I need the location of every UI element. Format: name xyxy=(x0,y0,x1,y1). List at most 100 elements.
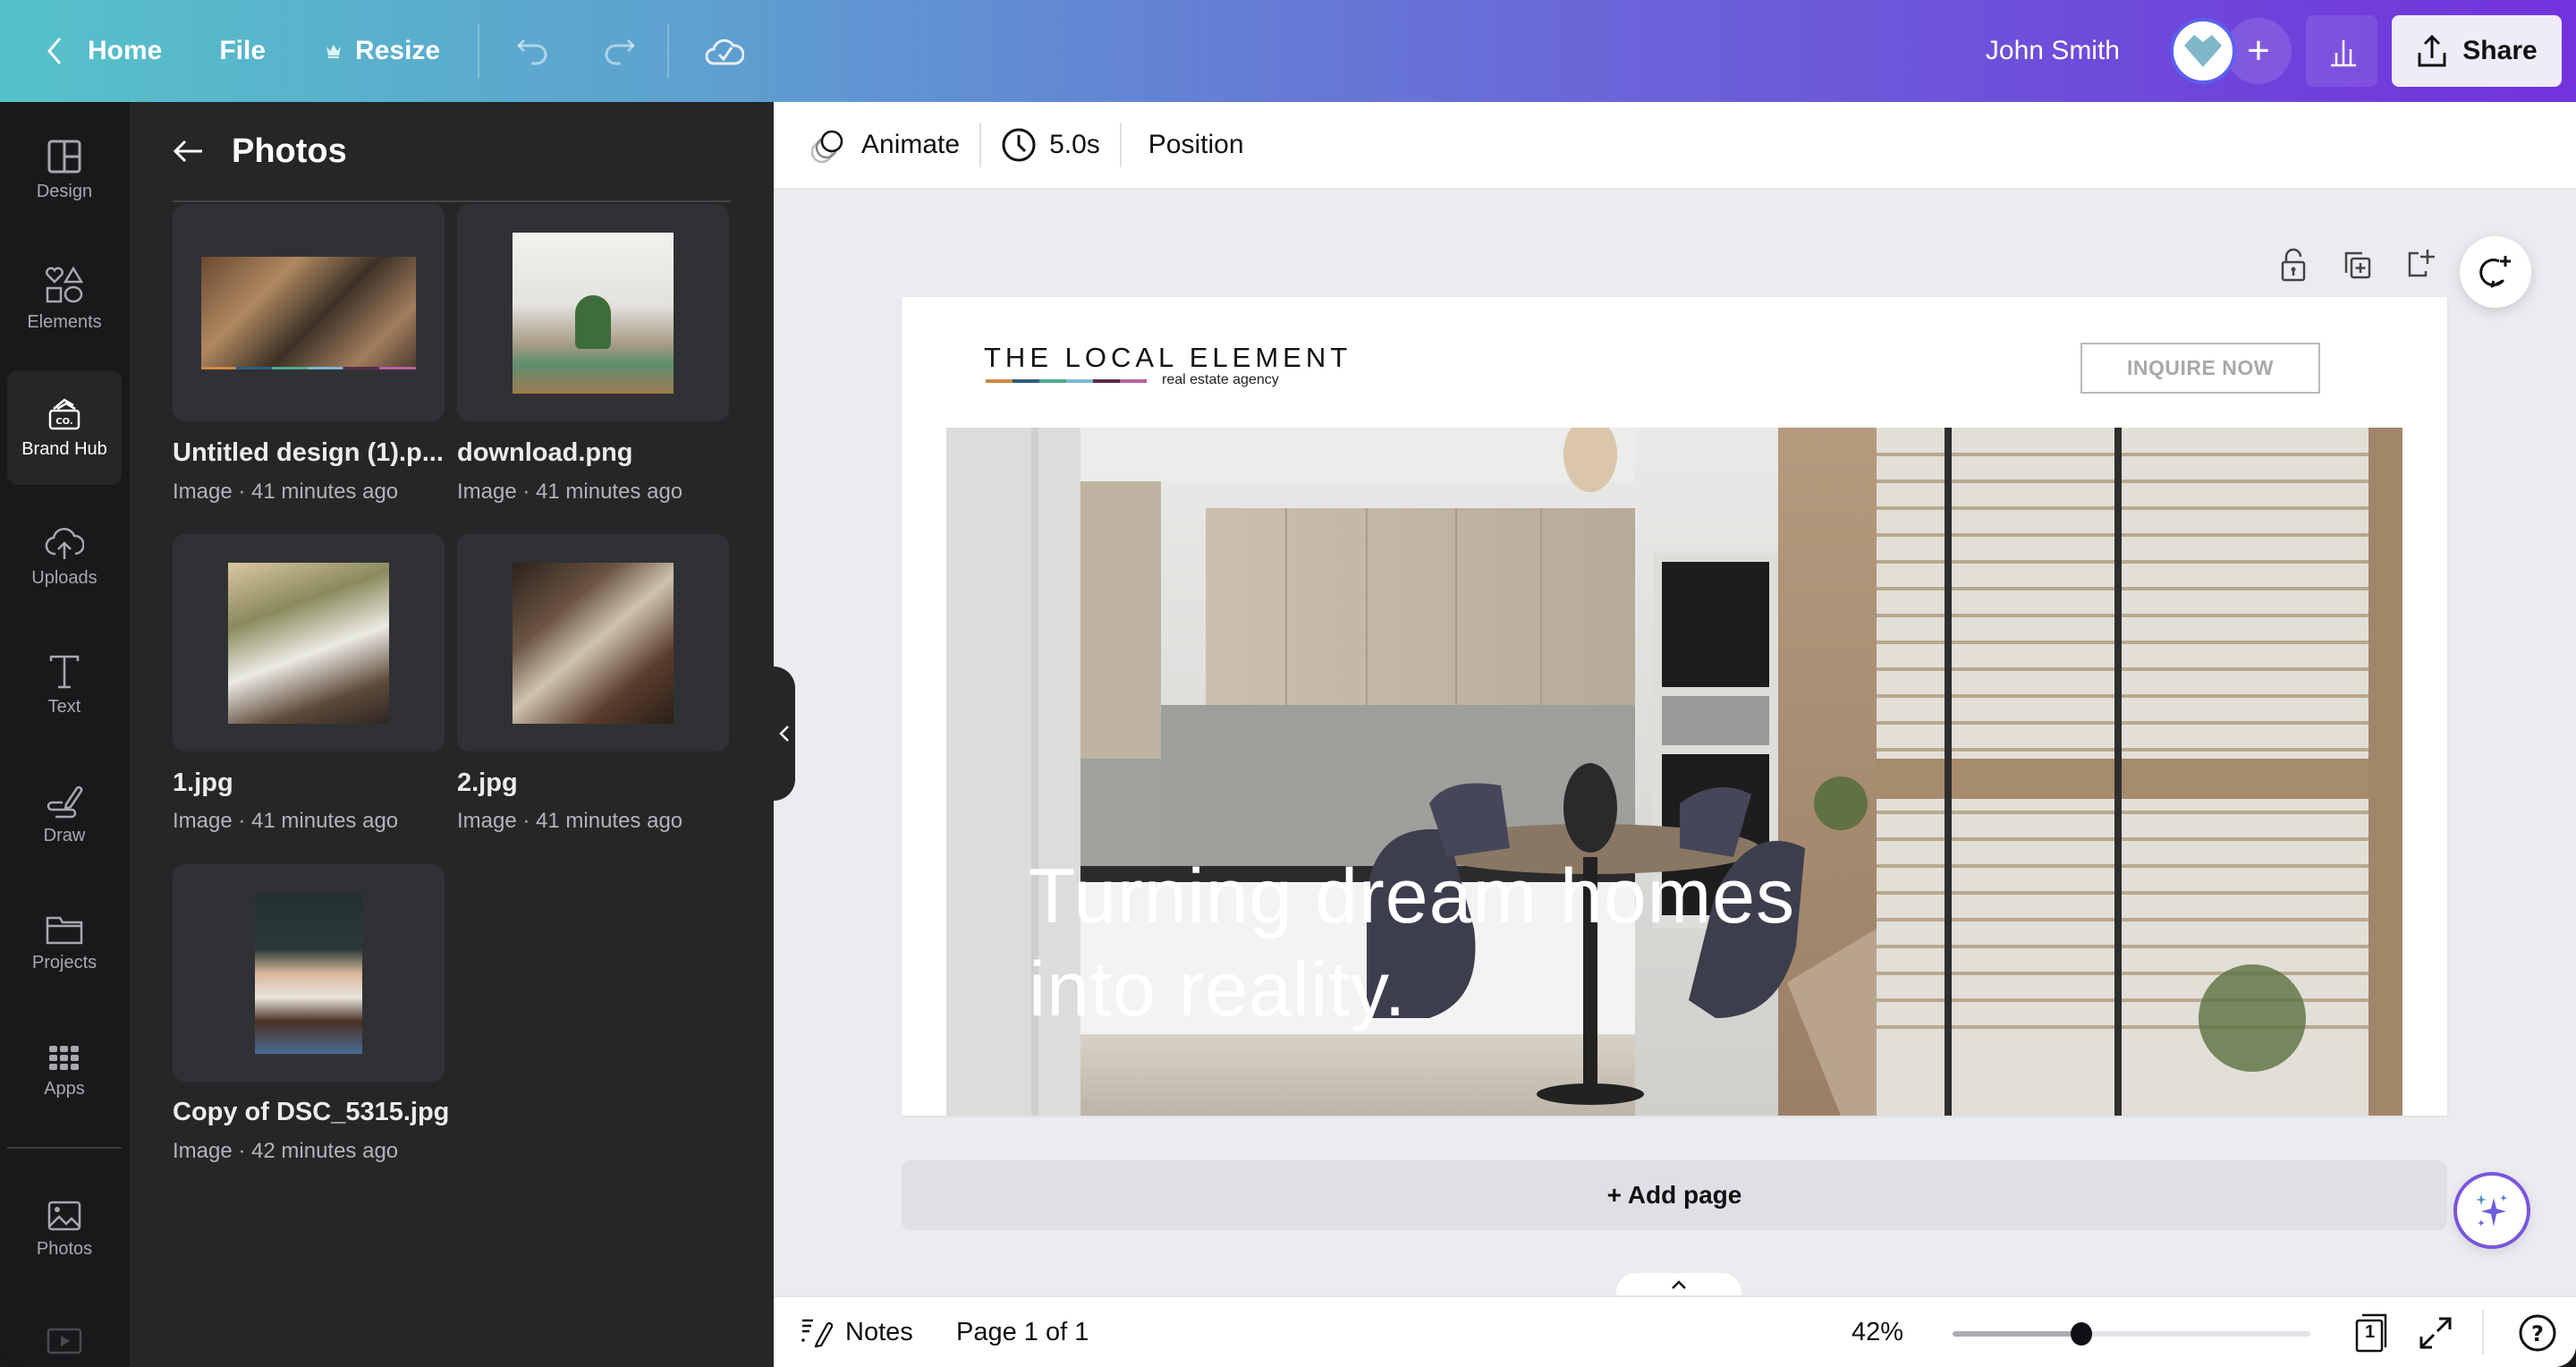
layout-icon xyxy=(47,140,81,173)
expand-notes-handle[interactable] xyxy=(1616,1273,1741,1295)
rail-label: Apps xyxy=(44,1078,85,1099)
photo-tile[interactable] xyxy=(173,204,445,421)
magic-assistant-button[interactable] xyxy=(2453,1172,2530,1249)
file-name: Untitled design (1).p... xyxy=(173,438,444,467)
design-page[interactable]: THE LOCAL ELEMENT real estate agency INQ… xyxy=(902,297,2447,1116)
footer-bar: Notes Page 1 of 1 42% 1 ? xyxy=(774,1295,2576,1367)
bar-chart-icon xyxy=(2331,40,2356,67)
rail-item-uploads[interactable]: Uploads xyxy=(7,499,122,614)
position-button[interactable]: Position xyxy=(1136,116,1257,174)
plus-icon: + xyxy=(2247,29,2270,72)
photo-thumbnail xyxy=(255,892,362,1054)
file-meta: Image · 41 minutes ago xyxy=(457,480,683,504)
animate-icon xyxy=(810,130,843,164)
rail-label: Text xyxy=(47,696,81,717)
user-name: John Smith xyxy=(1985,36,2120,65)
top-bar: Home File Resize John Smith + Share xyxy=(0,0,2576,102)
zoom-slider-fill xyxy=(1953,1331,2081,1337)
redo-button[interactable] xyxy=(581,19,657,83)
rail-label: Draw xyxy=(43,825,86,845)
undo-button[interactable] xyxy=(496,19,571,83)
resize-label: Resize xyxy=(355,36,441,65)
footer-divider xyxy=(2482,1310,2484,1354)
share-button[interactable]: Share xyxy=(2392,15,2562,87)
brand-color-swatch xyxy=(1039,379,1066,383)
image-icon xyxy=(47,1201,81,1230)
rail-item-apps[interactable]: Apps xyxy=(7,1015,122,1129)
file-menu-button[interactable]: File xyxy=(199,19,285,83)
hero-image[interactable]: Turning dream homes into reality. xyxy=(946,428,2402,1116)
photo-tile[interactable] xyxy=(173,864,445,1082)
photos-panel: Photos Untitled design (1).p... Image · … xyxy=(130,102,774,1367)
resize-button[interactable]: Resize xyxy=(305,19,460,83)
add-page-icon-button[interactable] xyxy=(2402,243,2441,283)
crown-icon xyxy=(326,45,342,58)
svg-text:CO.: CO. xyxy=(55,417,72,427)
collapse-panel-button[interactable] xyxy=(774,667,795,801)
folder-icon xyxy=(46,916,83,944)
animate-label: Animate xyxy=(861,130,961,159)
left-rail: Design Elements CO. Brand Hub Uploads Te… xyxy=(0,102,130,1367)
fullscreen-button[interactable] xyxy=(2418,1315,2453,1355)
lock-page-button[interactable] xyxy=(2274,245,2313,284)
undo-icon xyxy=(516,38,547,65)
photo-tile[interactable] xyxy=(457,204,729,421)
rail-divider xyxy=(7,1147,122,1149)
zoom-slider-thumb[interactable] xyxy=(2071,1322,2092,1346)
brand-name[interactable]: THE LOCAL ELEMENT xyxy=(984,342,1352,374)
position-label: Position xyxy=(1148,130,1244,159)
rail-item-brand-hub[interactable]: CO. Brand Hub xyxy=(7,370,122,485)
duration-label: 5.0s xyxy=(1049,130,1100,159)
photo-tile[interactable] xyxy=(457,534,729,751)
redo-icon xyxy=(605,38,636,65)
brand-tagline[interactable]: real estate agency xyxy=(1162,372,1279,388)
inquire-now-button[interactable]: INQUIRE NOW xyxy=(2080,343,2320,394)
brand-color-swatch xyxy=(986,379,1013,383)
brand-color-swatch xyxy=(1120,379,1147,383)
rail-item-video[interactable] xyxy=(47,1328,82,1359)
help-button[interactable]: ? xyxy=(2518,1313,2557,1357)
rail-item-draw[interactable]: Draw xyxy=(7,757,122,871)
photo-thumbnail xyxy=(513,232,674,394)
headline-line: into reality. xyxy=(1029,947,1407,1032)
duration-button[interactable]: 5.0s xyxy=(988,116,1113,174)
headline-line: Turning dream homes xyxy=(1029,853,1796,939)
panel-title: Photos xyxy=(232,132,347,170)
file-label: File xyxy=(219,36,267,65)
brand-color-swatch xyxy=(1066,379,1093,383)
rail-item-text[interactable]: Text xyxy=(7,628,122,743)
back-arrow-icon[interactable] xyxy=(173,138,205,165)
page-indicator: Page 1 of 1 xyxy=(956,1317,1089,1346)
home-button[interactable]: Home xyxy=(25,19,182,83)
hero-headline[interactable]: Turning dream homes into reality. xyxy=(1029,850,1795,1036)
rail-label: Photos xyxy=(36,1238,93,1259)
video-icon xyxy=(47,1328,82,1354)
add-page-button[interactable]: + Add page xyxy=(902,1160,2447,1230)
toolbar-divider xyxy=(478,24,480,78)
brand-color-swatch xyxy=(1013,379,1039,383)
rail-item-elements[interactable]: Elements xyxy=(7,242,122,356)
sparkle-icon xyxy=(2476,1194,2507,1227)
toolbar-divider xyxy=(979,123,982,167)
avatar[interactable] xyxy=(2170,18,2236,84)
rail-item-projects[interactable]: Projects xyxy=(7,886,122,1000)
share-label: Share xyxy=(2462,36,2538,65)
animate-button[interactable]: Animate xyxy=(797,116,972,174)
analytics-button[interactable] xyxy=(2306,15,2377,87)
photo-thumbnail xyxy=(513,562,674,724)
apps-grid-icon xyxy=(49,1045,79,1070)
page-grid-button[interactable]: 1 xyxy=(2353,1312,2393,1359)
rail-label: Elements xyxy=(27,311,102,332)
notes-button[interactable]: Notes xyxy=(801,1317,913,1347)
photo-tile[interactable] xyxy=(173,534,445,751)
cloud-save-status[interactable] xyxy=(685,19,764,83)
zoom-level[interactable]: 42% xyxy=(1852,1318,1903,1347)
rail-item-design[interactable]: Design xyxy=(7,113,122,227)
upload-share-icon xyxy=(2418,34,2446,67)
zoom-slider[interactable] xyxy=(1953,1322,2310,1346)
add-comment-button[interactable] xyxy=(2460,236,2531,308)
clock-icon xyxy=(1002,128,1036,162)
rail-label: Design xyxy=(36,181,93,201)
duplicate-page-button[interactable] xyxy=(2338,245,2377,284)
rail-item-photos[interactable]: Photos xyxy=(7,1172,122,1286)
